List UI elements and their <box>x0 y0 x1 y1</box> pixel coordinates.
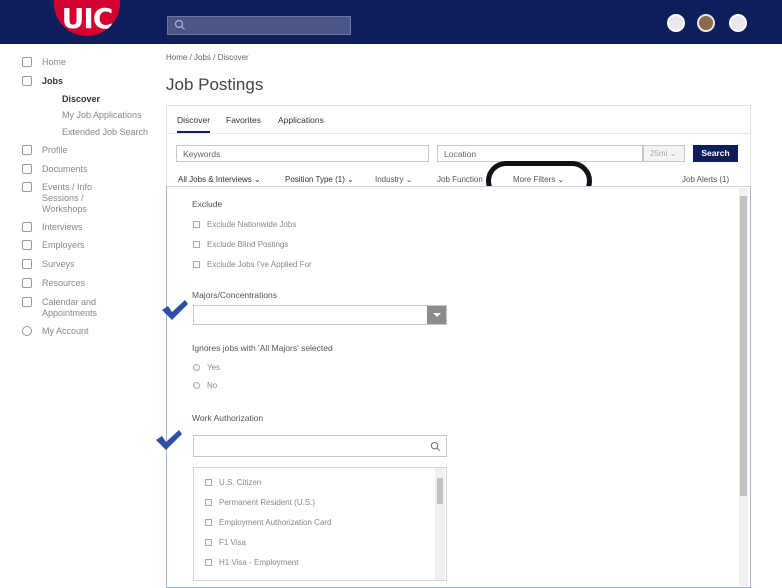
checkbox-box[interactable] <box>205 519 212 526</box>
checkbox-box[interactable] <box>205 559 212 566</box>
checkbox-box[interactable] <box>205 499 212 506</box>
sidebar-item-profile[interactable]: Profile <box>22 145 68 156</box>
scrollbar-thumb[interactable] <box>740 196 747 496</box>
radio-circle[interactable] <box>193 382 200 389</box>
search-button[interactable]: Search <box>693 145 738 162</box>
work-auth-heading: Work Authorization <box>192 413 264 423</box>
calendar-icon <box>22 182 32 192</box>
sidebar-item-calendar[interactable]: Calendar and Appointments <box>22 297 112 319</box>
bell-icon[interactable] <box>667 14 685 32</box>
building-icon <box>22 240 32 250</box>
page-title: Job Postings <box>166 75 264 94</box>
sidebar-sub-discover[interactable]: Discover <box>62 94 100 104</box>
person-icon <box>22 145 32 155</box>
people-icon <box>22 222 32 232</box>
work-auth-f1-visa[interactable]: F1 Visa <box>205 538 246 547</box>
checkmark-icon <box>156 430 182 450</box>
global-search-input[interactable] <box>167 16 351 35</box>
ignores-heading: Ignores jobs with 'All Majors' selected <box>192 343 333 353</box>
search-icon <box>430 441 441 452</box>
tab-bar: Discover Favorites Applications <box>167 106 750 134</box>
chat-icon[interactable] <box>729 14 747 32</box>
dropdown-scrollbar[interactable] <box>739 188 748 586</box>
checkbox-box[interactable] <box>205 479 212 486</box>
briefcase-icon <box>22 76 32 86</box>
exclude-nationwide-checkbox[interactable]: Exclude Nationwide Jobs <box>193 220 296 229</box>
tab-applications[interactable]: Applications <box>278 115 324 125</box>
sidebar-item-employers[interactable]: Employers <box>22 240 85 251</box>
checkbox-box[interactable] <box>205 539 212 546</box>
sidebar-item-surveys[interactable]: Surveys <box>22 259 75 270</box>
job-alerts-link[interactable]: Job Alerts (1) <box>682 175 729 184</box>
radio-circle[interactable] <box>193 364 200 371</box>
miles-select[interactable]: 25mi ⌄ <box>643 145 685 162</box>
calendar-icon <box>22 297 32 307</box>
work-auth-permanent-resident[interactable]: Permanent Resident (U.S.) <box>205 498 315 507</box>
survey-icon <box>22 259 32 269</box>
avatar[interactable] <box>697 14 715 32</box>
work-auth-h1-visa[interactable]: H1 Visa - Employment <box>205 558 298 567</box>
checkbox-box[interactable] <box>193 261 200 268</box>
checkbox-box[interactable] <box>193 221 200 228</box>
gear-icon <box>22 326 32 336</box>
ignores-yes-radio[interactable]: Yes <box>193 363 220 372</box>
checkmark-icon <box>162 300 188 320</box>
tab-favorites[interactable]: Favorites <box>226 115 261 125</box>
sidebar-item-jobs[interactable]: Jobs <box>22 76 63 87</box>
scrollbar-thumb[interactable] <box>437 478 443 504</box>
list-scrollbar[interactable] <box>435 468 445 580</box>
sidebar-item-my-account[interactable]: My Account <box>22 326 89 337</box>
tab-discover[interactable]: Discover <box>177 115 211 133</box>
work-auth-search-input[interactable] <box>193 435 447 457</box>
exclude-blind-checkbox[interactable]: Exclude Blind Postings <box>193 240 288 249</box>
sidebar-sub-my-job-applications[interactable]: My Job Applications <box>62 110 142 120</box>
work-auth-us-citizen[interactable]: U.S. Citizen <box>205 478 261 487</box>
home-icon <box>22 57 32 67</box>
majors-select[interactable] <box>193 305 447 325</box>
majors-heading: Majors/Concentrations <box>192 290 278 300</box>
filter-position-type[interactable]: Position Type (1) ⌄ <box>285 175 354 184</box>
keywords-input[interactable]: Keywords <box>176 145 429 162</box>
filter-job-function[interactable]: Job Function <box>437 175 483 184</box>
exclude-heading: Exclude <box>192 199 223 209</box>
document-icon <box>22 164 32 174</box>
uic-logo[interactable]: UIC <box>54 0 120 36</box>
sidebar-sub-extended-job-search[interactable]: Extended Job Search <box>62 127 148 137</box>
breadcrumb[interactable]: Home / Jobs / Discover <box>166 53 249 62</box>
filter-industry[interactable]: Industry ⌄ <box>375 175 412 184</box>
sidebar-item-home[interactable]: Home <box>22 57 66 68</box>
checkbox-box[interactable] <box>193 241 200 248</box>
chevron-down-icon[interactable] <box>427 306 446 324</box>
location-input[interactable]: Location <box>437 145 643 162</box>
top-bar: UIC <box>0 0 782 44</box>
sidebar-item-documents[interactable]: Documents <box>22 164 88 175</box>
filter-all-jobs[interactable]: All Jobs & Interviews ⌄ <box>178 175 261 184</box>
search-icon <box>174 19 185 30</box>
sidebar-item-interviews[interactable]: Interviews <box>22 222 83 233</box>
sidebar-item-events[interactable]: Events / Info Sessions / Workshops <box>22 182 114 215</box>
sidebar-item-resources[interactable]: Resources <box>22 278 85 289</box>
resources-icon <box>22 278 32 288</box>
ignores-no-radio[interactable]: No <box>193 381 217 390</box>
work-auth-ead[interactable]: Employment Authorization Card <box>205 518 332 527</box>
exclude-applied-checkbox[interactable]: Exclude Jobs I've Applied For <box>193 260 312 269</box>
